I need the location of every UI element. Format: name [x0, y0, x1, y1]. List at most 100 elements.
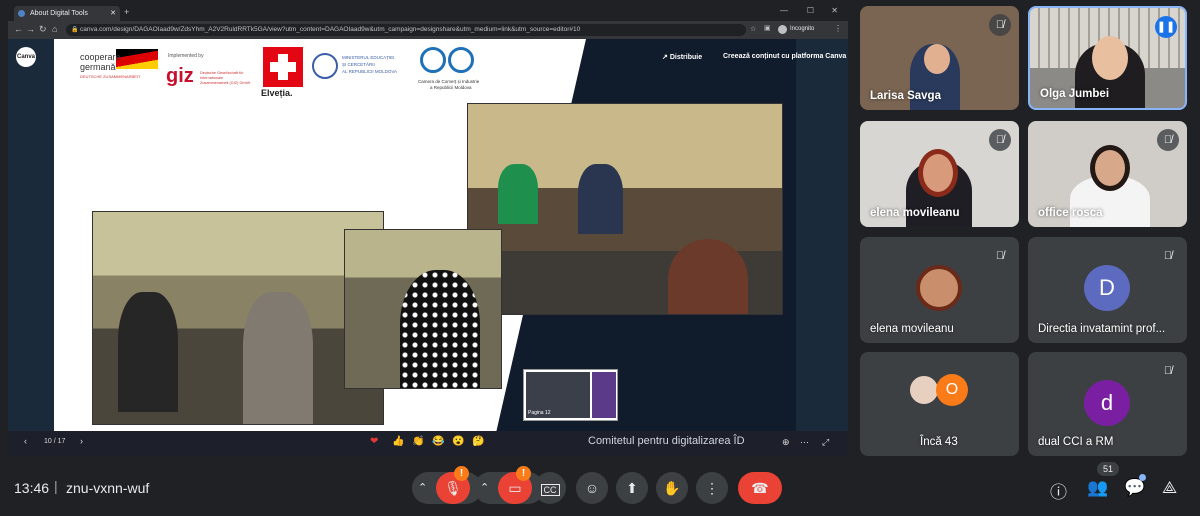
clap-reaction-icon[interactable]: 👏 [412, 436, 424, 447]
back-arrow-icon[interactable]: ← [14, 24, 23, 34]
address-bar-url: canva.com/design/DAGAOIaad9w/ZdsYhm_A2V2… [80, 26, 581, 33]
participant-tile-7[interactable]: O Încă 43 [860, 352, 1019, 456]
canva-bottom-bar: ‹ 10 / 17 › ❤ 👍 👏 😂 😮 🤔 Comitetul pentru… [8, 431, 848, 456]
participant-name: office rosca [1038, 207, 1103, 219]
chevron-up-icon[interactable]: ⌃ [418, 472, 427, 504]
close-tab-icon[interactable]: ✕ [110, 9, 116, 17]
maximize-window-icon[interactable]: ☐ [807, 6, 814, 15]
incognito-icon [778, 25, 787, 34]
muted-mic-icon: 🎙̸ [1157, 245, 1179, 267]
meeting-code: znu-vxnn-wuf [66, 480, 150, 496]
muted-mic-icon: 🎙̸ [989, 245, 1011, 267]
info-icon[interactable]: ⓘ [1050, 478, 1067, 503]
canva-logo[interactable]: Canva [16, 47, 36, 67]
activities-icon[interactable]: ⟁ [1162, 478, 1177, 498]
photo-meeting-left [92, 211, 384, 425]
thumbs-up-reaction-icon[interactable]: 👍 [392, 436, 404, 447]
browser-tab[interactable]: About Digital Tools ✕ [14, 6, 120, 21]
share-button[interactable]: ↗ Distribuie [662, 53, 702, 61]
swiss-flag-shape [263, 47, 303, 87]
next-page-icon[interactable]: › [80, 436, 83, 446]
close-window-icon[interactable]: ✕ [831, 6, 838, 15]
clock-time: 13:46 [14, 480, 50, 496]
ministry-emblem-icon [312, 53, 338, 79]
muted-mic-icon: 🎙̸ [989, 129, 1011, 151]
participant-name: elena movileanu [870, 323, 954, 335]
create-canva-button[interactable]: Creează conținut cu platforma Canva [723, 53, 846, 60]
emoji-icon: ☺ [584, 480, 600, 496]
participant-name: Directia invatamint prof... [1038, 323, 1166, 335]
prev-page-icon[interactable]: ‹ [24, 436, 27, 446]
star-icon[interactable]: ☆ [750, 25, 756, 33]
cci-emblem-icon-2 [448, 47, 474, 73]
captions-icon: CC [540, 484, 560, 496]
cci-line1: Camera de Comerț și Industrie [418, 79, 480, 84]
avatar: D [1084, 265, 1130, 311]
camera-alert-badge: ! [516, 466, 531, 481]
logo-cci: Camera de Comerț și Industrie a Republic… [418, 47, 508, 97]
home-icon[interactable]: ⌂ [52, 24, 57, 34]
page-thumbnail[interactable]: Pagina 12 [523, 369, 618, 421]
logo-cooperare-germana: cooperare germană DEUTSCHE ZUSAMMENARBEI… [76, 47, 161, 92]
more-dots-icon[interactable]: ⋯ [800, 437, 809, 448]
reload-icon[interactable]: ↻ [39, 24, 47, 35]
captions-button[interactable]: CC [534, 472, 566, 504]
giz-pre: Implemented by [168, 53, 204, 59]
muted-mic-icon: 🎙̸ [1157, 360, 1179, 382]
cci-line2: a Republicii Moldova [430, 85, 472, 90]
meeting-control-bar: 13:46 | znu-vxnn-wuf ⌃ 🎙 ! ⌃ ▭ ! CC ☺ ⬆ … [0, 458, 1200, 516]
participant-tile-5[interactable]: 🎙̸ elena movileanu [860, 237, 1019, 343]
sidepanel-icon[interactable]: ▣ [764, 24, 771, 32]
canva-viewer: cooperare germană DEUTSCHE ZUSAMMENARBEI… [8, 39, 848, 456]
avatar: d [1084, 380, 1130, 426]
participant-name: Larisa Savga [870, 90, 941, 102]
minimize-window-icon[interactable]: — [780, 6, 788, 15]
zoom-icon[interactable]: ⊕ [782, 437, 790, 448]
participant-name: dual CCI a RM [1038, 436, 1114, 448]
logo-text-2: germană [80, 62, 116, 72]
laugh-reaction-icon[interactable]: 😂 [432, 436, 444, 447]
participant-tile-8[interactable]: d 🎙̸ dual CCI a RM [1028, 352, 1187, 456]
participant-tile-3[interactable]: 🎙̸ elena movileanu [860, 121, 1019, 227]
logo-giz: Implemented by giz Deutsche Gesellschaft… [166, 49, 256, 94]
ministry-line2: ȘI CERCETĂRII [342, 62, 375, 67]
cci-emblem-icon [420, 47, 446, 73]
raise-hand-button[interactable]: ✋ [656, 472, 688, 504]
swiss-text: Elveția. [261, 88, 293, 98]
present-button[interactable]: ⬆ [616, 472, 648, 504]
browser-menu-icon[interactable]: ⋮ [834, 24, 842, 33]
wow-reaction-icon[interactable]: 😮 [452, 436, 464, 447]
ministry-line3: AL REPUBLICII MOLDOVA [342, 69, 398, 74]
page-indicator: 10 / 17 [44, 438, 66, 445]
chat-notification-dot [1139, 474, 1146, 481]
mic-control[interactable]: ⌃ 🎙 ! [412, 466, 482, 504]
lock-icon: 🔒 [71, 27, 79, 33]
canva-caption: Comitetul pentru digitalizarea ÎD [588, 435, 745, 447]
presentation-window: About Digital Tools ✕ + — ☐ ✕ ← → ↻ ⌂ 🔒 … [8, 4, 848, 456]
avatar: O [936, 374, 968, 406]
address-bar[interactable]: 🔒 canva.com/design/DAGAOIaad9w/ZdsYhm_A2… [66, 24, 746, 36]
heart-reaction-icon[interactable]: ❤ [370, 436, 378, 447]
forward-arrow-icon[interactable]: → [26, 24, 35, 34]
logo-text-3: DEUTSCHE ZUSAMMENARBEIT [80, 74, 141, 79]
browser-toolbar: ← → ↻ ⌂ 🔒 canva.com/design/DAGAOIaad9w/Z… [8, 21, 848, 39]
leave-call-button[interactable]: ☎ [738, 472, 782, 504]
logo-ministry: MINISTERUL EDUCAȚIEI ȘI CERCETĂRII AL RE… [312, 53, 422, 93]
participant-tile-2[interactable]: ❚❚ Olga Jumbei [1028, 6, 1187, 110]
polka-dot-shape [400, 270, 480, 388]
fullscreen-icon[interactable]: ⤢ [822, 437, 829, 448]
thinking-reaction-icon[interactable]: 🤔 [472, 436, 484, 447]
more-options-button[interactable]: ⋮ [696, 472, 728, 504]
people-count-badge: 51 [1097, 462, 1119, 476]
end-call-icon: ☎ [751, 480, 769, 496]
more-vert-icon: ⋮ [705, 480, 719, 496]
muted-mic-icon: 🎙̸ [989, 14, 1011, 36]
participant-tile-1[interactable]: 🎙̸ Larisa Savga [860, 6, 1019, 110]
participant-tile-4[interactable]: 🎙̸ office rosca [1028, 121, 1187, 227]
new-tab-icon[interactable]: + [124, 7, 129, 17]
chevron-up-icon[interactable]: ⌃ [480, 472, 489, 504]
participant-tile-6[interactable]: D 🎙̸ Directia invatamint prof... [1028, 237, 1187, 343]
chat-icon[interactable]: 💬 [1124, 478, 1145, 498]
people-icon[interactable]: 👥 [1087, 478, 1108, 498]
emoji-button[interactable]: ☺ [576, 472, 608, 504]
